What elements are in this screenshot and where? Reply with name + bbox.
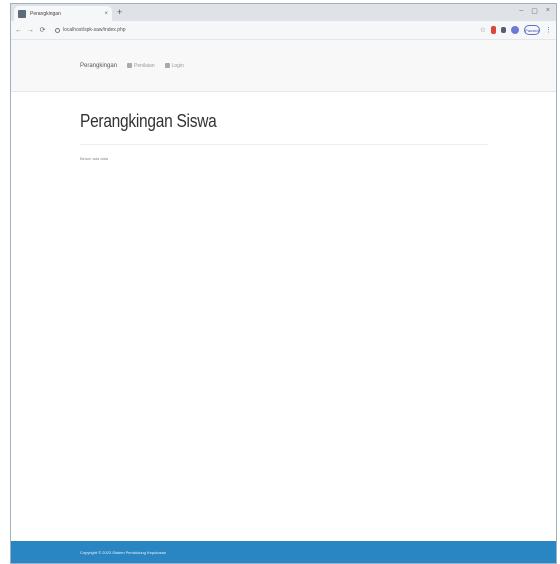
navbar-brand[interactable]: Perangkingan xyxy=(80,63,117,69)
main-content: Perangkingan Siswa Belum ada data xyxy=(11,111,556,161)
favicon-icon xyxy=(18,9,26,18)
bookmark-star-icon[interactable]: ☆ xyxy=(480,26,486,34)
tab-strip: Perangkingan × + – ▢ × xyxy=(11,4,556,21)
site-navbar: Perangkingan Penilaian Login xyxy=(11,40,556,92)
tab-title: Perangkingan xyxy=(30,10,61,17)
profile-status-badge[interactable]: Paused xyxy=(524,25,540,35)
browser-toolbar: ← → ⟳ localhost/spk-saw/index.php ☆ Paus… xyxy=(11,21,556,40)
browser-tab[interactable]: Perangkingan × xyxy=(14,6,112,21)
nav-link-penilaian[interactable]: Penilaian xyxy=(127,63,155,69)
back-button[interactable]: ← xyxy=(15,27,22,34)
forward-button[interactable]: → xyxy=(27,27,34,34)
nav-link-label: Login xyxy=(171,62,184,69)
browser-window: Perangkingan × + – ▢ × ← → ⟳ localhost/s… xyxy=(10,3,557,564)
page-title: Perangkingan Siswa xyxy=(80,111,217,131)
address-bar[interactable]: localhost/spk-saw/index.php xyxy=(51,25,161,36)
profile-avatar[interactable] xyxy=(511,26,519,34)
extensions-puzzle-icon[interactable] xyxy=(501,27,506,33)
site-footer: Copyright © 2023 Sistem Pendukung Keputu… xyxy=(11,541,556,563)
list-icon xyxy=(127,63,133,68)
window-controls: – ▢ × xyxy=(519,7,550,15)
reload-button[interactable]: ⟳ xyxy=(39,26,46,34)
close-window-button[interactable]: × xyxy=(546,7,550,15)
extension-icon[interactable] xyxy=(491,26,496,34)
url-text: localhost/spk-saw/index.php xyxy=(63,27,126,33)
minimize-button[interactable]: – xyxy=(519,7,523,15)
browser-menu-icon[interactable]: ⋮ xyxy=(545,26,552,34)
maximize-button[interactable]: ▢ xyxy=(531,7,538,15)
tab-close-icon[interactable]: × xyxy=(104,11,108,17)
page-header: Perangkingan Siswa xyxy=(80,111,488,145)
nav-link-label: Penilaian xyxy=(134,62,155,69)
site-info-icon[interactable] xyxy=(55,27,60,33)
empty-state-text: Belum ada data xyxy=(80,156,109,161)
user-icon xyxy=(164,63,170,68)
nav-link-login[interactable]: Login xyxy=(164,62,184,69)
toolbar-actions: ☆ Paused ⋮ xyxy=(480,25,552,35)
new-tab-button[interactable]: + xyxy=(117,8,122,17)
copyright-text: Copyright © 2023 Sistem Pendukung Keputu… xyxy=(80,549,167,555)
